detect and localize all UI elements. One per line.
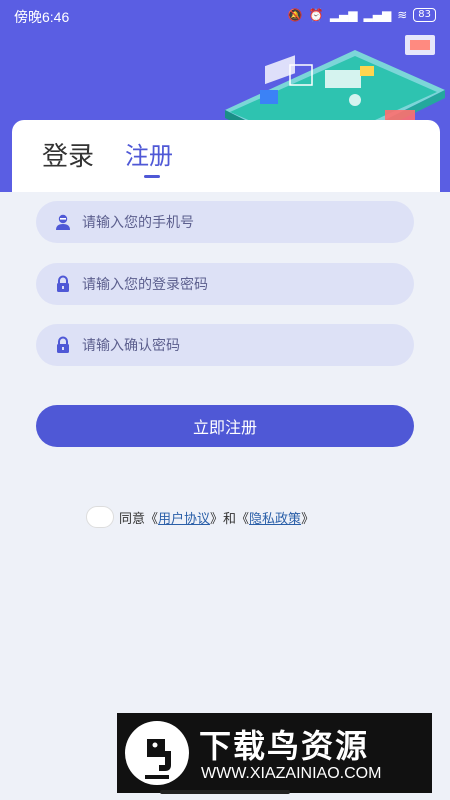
user-icon [54, 213, 72, 231]
password-input[interactable] [82, 276, 382, 292]
agree-radio[interactable] [86, 506, 114, 528]
active-tab-indicator [144, 175, 160, 178]
status-bar: 傍晚6:46 🔕 ⏰ ▂▄▆ ▂▄▆ ≋ 83 [0, 0, 450, 32]
hd-signal-icon: ▂▄▆ [363, 8, 392, 22]
watermark-url: WWW.XIAZAINIAO.COM [201, 765, 382, 782]
user-agreement-link[interactable]: 用户协议 [158, 508, 210, 527]
lock-icon [54, 336, 72, 354]
hd-signal-icon: ▂▄▆ [329, 8, 358, 22]
alarm-icon: ⏰ [308, 8, 324, 22]
agreement-mid: 》和《 [210, 510, 250, 526]
wifi-icon: ≋ [397, 8, 408, 22]
password-field[interactable] [36, 263, 414, 305]
agreement-suffix: 》 [301, 510, 315, 526]
status-icons: 🔕 ⏰ ▂▄▆ ▂▄▆ ≋ 83 [288, 7, 436, 23]
confirm-password-field[interactable] [36, 324, 414, 366]
phone-input[interactable] [82, 214, 382, 230]
confirm-password-input[interactable] [82, 337, 382, 353]
status-time: 傍晚6:46 [14, 9, 70, 25]
auth-tab-card: 登录 注册 [12, 120, 440, 192]
tab-login[interactable]: 登录 [42, 136, 94, 173]
watermark-title: 下载鸟资源 [199, 727, 370, 765]
agreement-prefix: 同意《 [119, 510, 159, 526]
phone-field[interactable] [36, 201, 414, 243]
register-button[interactable]: 立即注册 [36, 405, 414, 447]
header-background: 傍晚6:46 🔕 ⏰ ▂▄▆ ▂▄▆ ≋ 83 登录 注册 [0, 0, 450, 192]
agreement-row: 同意《 用户协议 》和《 隐私政策 》 [86, 505, 314, 529]
privacy-policy-link[interactable]: 隐私政策 [249, 508, 301, 527]
bird-logo-icon [125, 721, 189, 785]
alarm-off-icon: 🔕 [287, 8, 303, 22]
lock-icon [54, 275, 72, 293]
gesture-bar [160, 790, 290, 794]
watermark-banner: 下载鸟资源 WWW.XIAZAINIAO.COM [117, 713, 432, 793]
battery-icon: 83 [413, 8, 436, 22]
tab-register[interactable]: 注册 [125, 136, 173, 171]
